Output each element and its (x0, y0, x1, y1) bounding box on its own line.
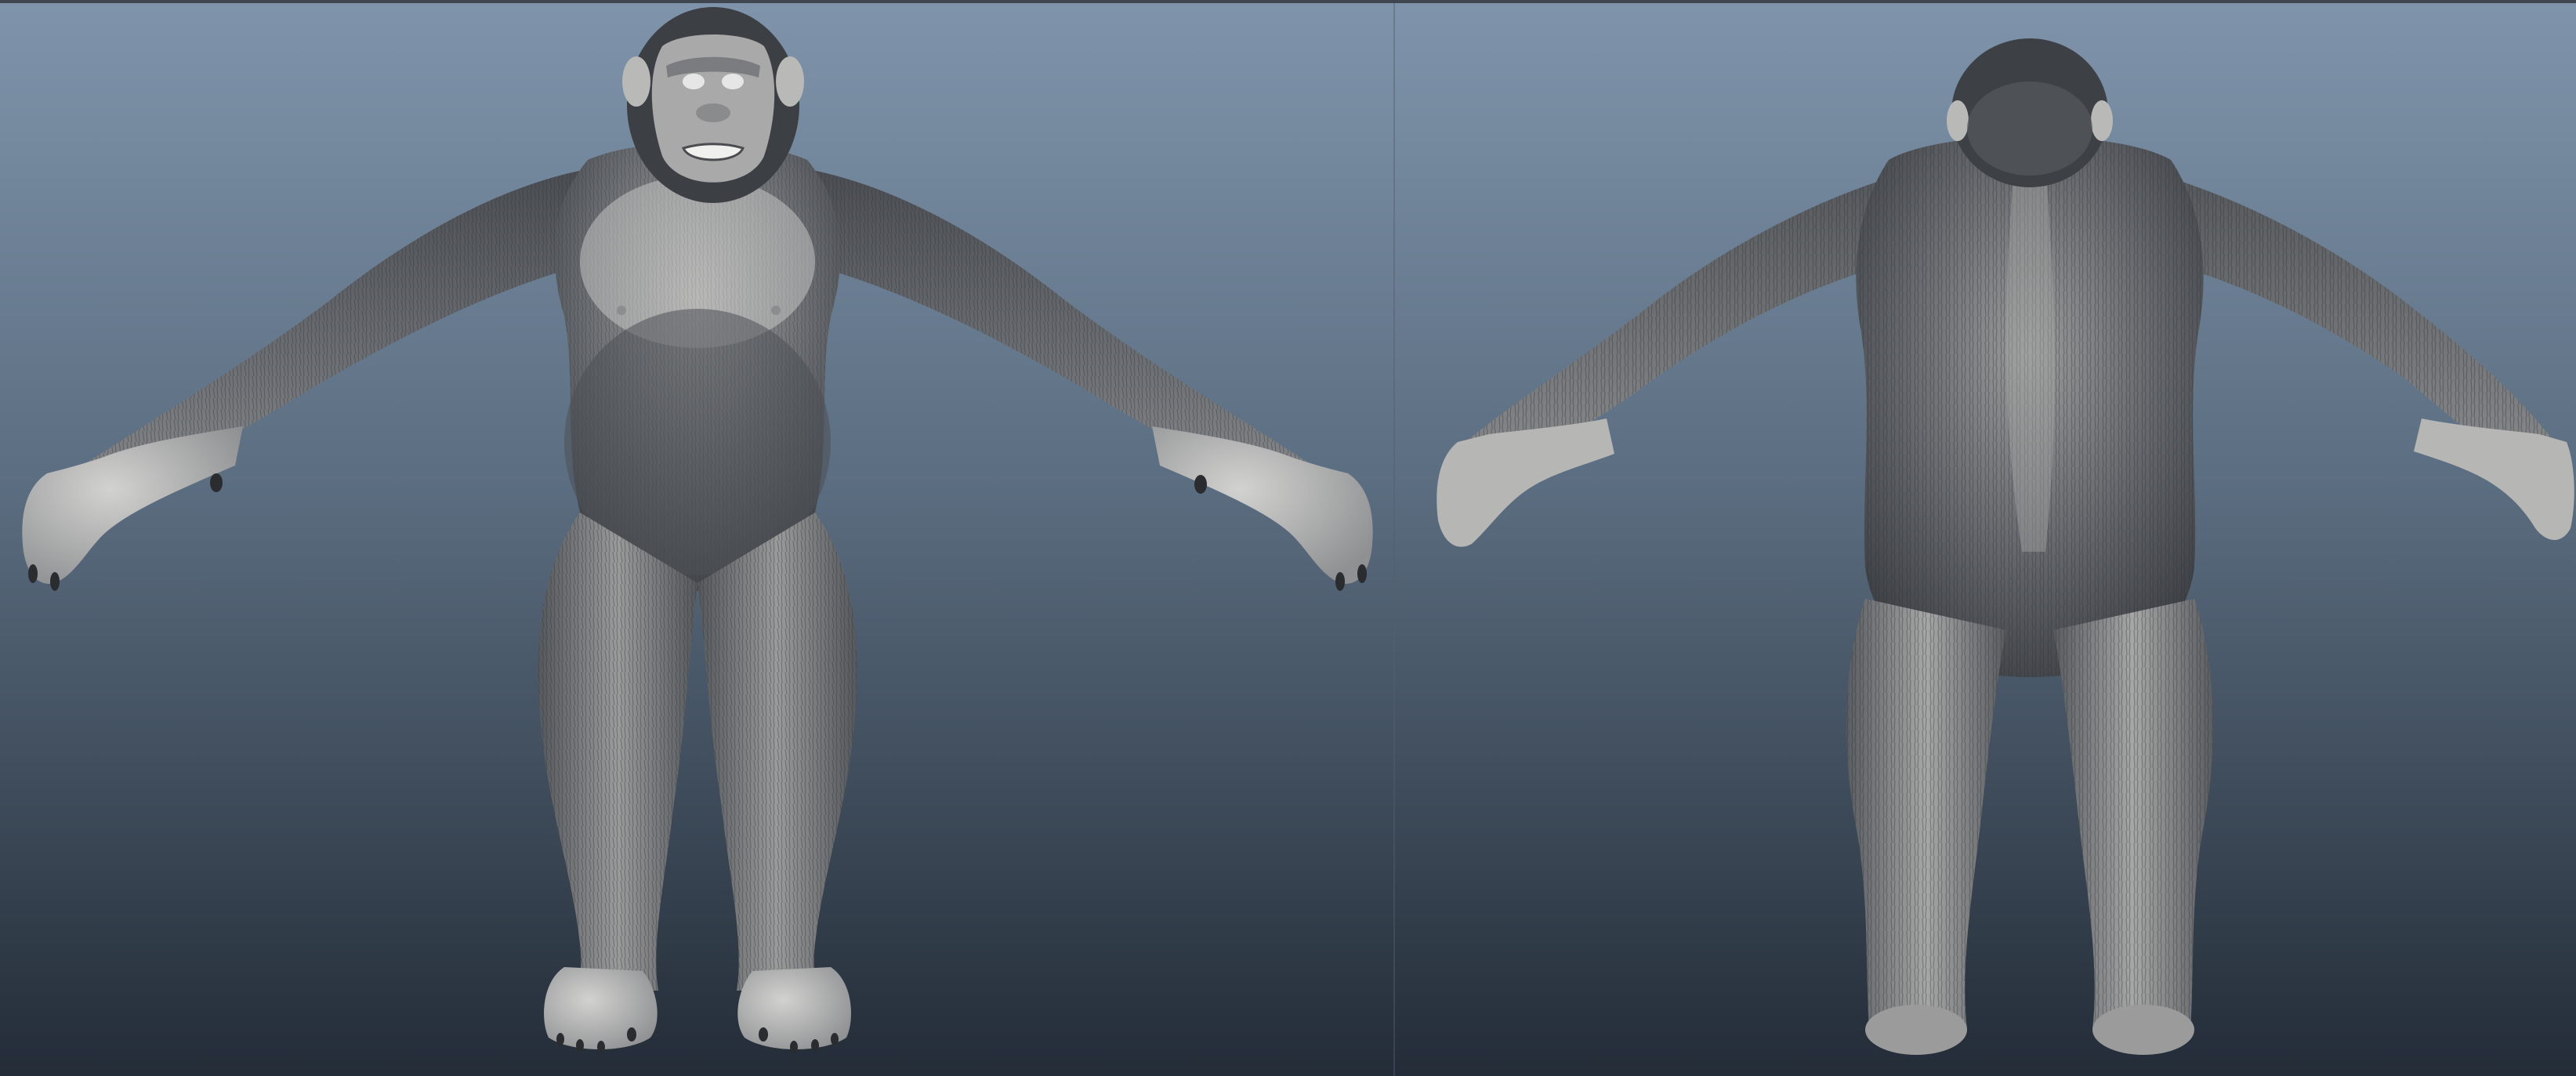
left-heel (1865, 1005, 1967, 1055)
left-ear (1947, 100, 1969, 141)
model-viewport-window (0, 0, 2576, 1076)
front-view-viewport[interactable] (0, 3, 1395, 1076)
front-view-render (0, 3, 1395, 1076)
left-ear (622, 56, 650, 107)
nose (696, 103, 730, 122)
right-ear (2091, 100, 2113, 141)
back-view-render (1395, 3, 2576, 1076)
right-eye (722, 74, 744, 89)
left-nipple (617, 306, 626, 315)
right-heel (2092, 1005, 2194, 1055)
right-nipple (771, 306, 781, 315)
left-eye (683, 74, 705, 89)
right-ear (776, 56, 804, 107)
back-view-viewport[interactable] (1395, 3, 2576, 1076)
